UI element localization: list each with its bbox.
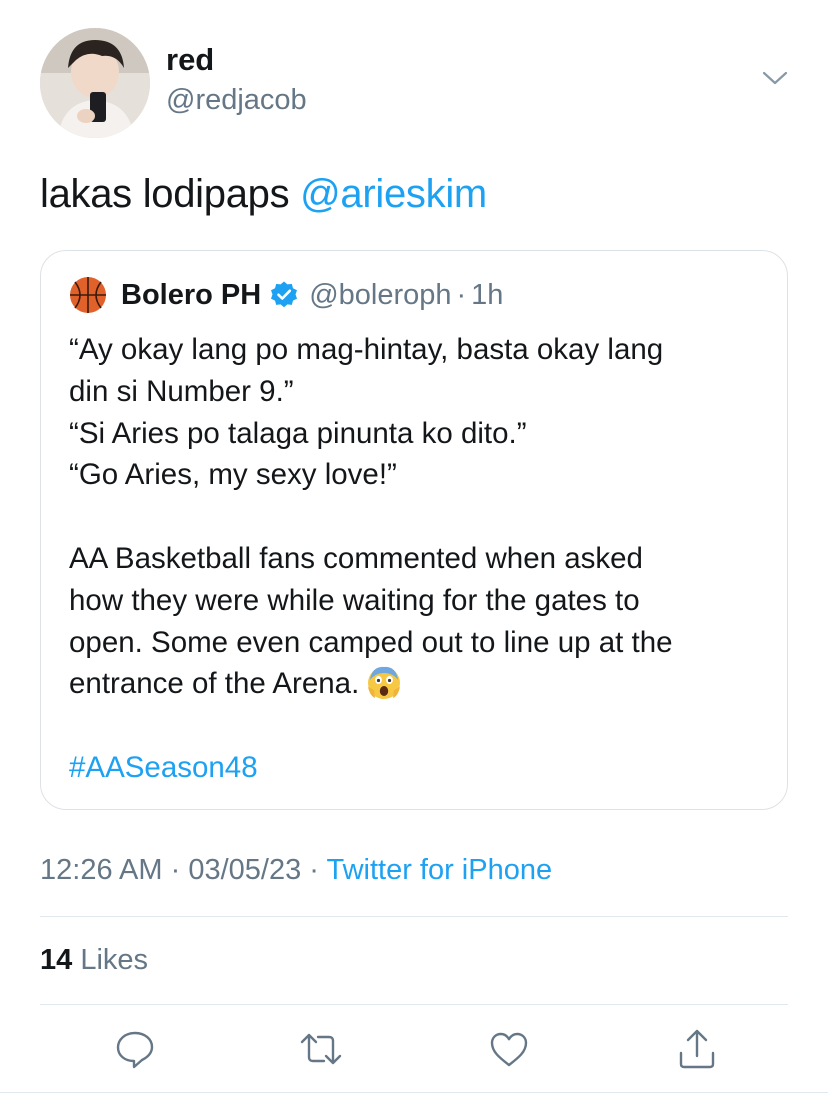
author-handle[interactable]: @redjacob: [166, 84, 307, 117]
quoted-tweet[interactable]: Bolero PH @boleroph · 1h “Ay okay lang p…: [40, 250, 788, 810]
quoted-timestamp[interactable]: 1h: [471, 279, 503, 312]
quoted-line: “Go Aries, my sexy love!”: [69, 458, 397, 492]
separator-dot: ·: [456, 278, 467, 311]
tweet-meta: 12:26 AM · 03/05/23 · Twitter for iPhone: [40, 854, 552, 887]
retweet-icon[interactable]: [298, 1026, 344, 1072]
quoted-line: open. Some even camped out to line up at…: [69, 625, 673, 659]
quoted-line: AA Basketball fans commented when asked: [69, 541, 643, 575]
screaming-face-emoji: [368, 667, 401, 700]
avatar-photo: [40, 28, 150, 138]
quoted-line-text: entrance of the Arena.: [69, 667, 360, 701]
meta-separator: ·: [162, 854, 189, 886]
quoted-author-name[interactable]: Bolero PH: [121, 279, 261, 312]
tweet-source-link[interactable]: Twitter for iPhone: [326, 854, 552, 886]
tweet-body: lakas lodipaps: [40, 172, 301, 216]
divider: [40, 916, 788, 917]
action-bar: [40, 1026, 788, 1076]
chevron-down-icon[interactable]: [762, 68, 788, 88]
quoted-line: “Ay okay lang po mag-hintay, basta okay …: [69, 333, 664, 366]
tweet-header: red @redjacob: [40, 28, 800, 138]
quoted-author-handle[interactable]: @boleroph: [309, 279, 451, 312]
quoted-tweet-text: “Ay okay lang po mag-hintay, basta okay …: [69, 329, 769, 789]
heart-icon[interactable]: [486, 1026, 532, 1072]
verified-badge-icon: [271, 281, 298, 308]
quoted-line: “Si Aries po talaga pinunta ko dito.”: [69, 416, 527, 450]
basketball-avatar-icon[interactable]: [69, 276, 107, 314]
meta-separator: ·: [301, 854, 327, 886]
tweet-time[interactable]: 12:26 AM: [40, 854, 163, 886]
bottom-divider: [0, 1092, 828, 1093]
hashtag-link[interactable]: #AASeason48: [69, 747, 769, 789]
reply-icon[interactable]: [112, 1026, 158, 1072]
divider: [40, 1004, 788, 1005]
quoted-line: how they were while waiting for the gate…: [69, 583, 640, 617]
quoted-tweet-header: Bolero PH @boleroph · 1h: [69, 275, 503, 315]
share-icon[interactable]: [674, 1026, 720, 1072]
mention-link[interactable]: @arieskim: [300, 172, 487, 216]
avatar[interactable]: [40, 28, 150, 138]
likes-number: 14: [40, 944, 73, 976]
quoted-line: din si Number 9.”: [69, 374, 294, 408]
likes-label: Likes: [72, 944, 149, 976]
quoted-line-last: entrance of the Arena.: [69, 663, 769, 705]
tweet-date[interactable]: 03/05/23: [188, 854, 301, 886]
author-name[interactable]: red: [166, 42, 214, 78]
likes-count[interactable]: 14 Likes: [40, 944, 148, 977]
tweet-text: lakas lodipaps @arieskim: [40, 172, 487, 217]
